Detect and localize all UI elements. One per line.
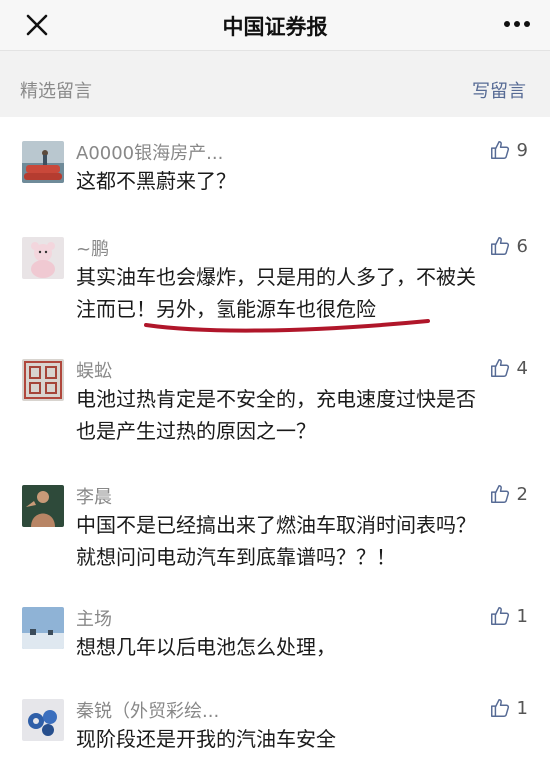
comment-text-line: 其实油车也会爆炸，只是用的人多了，不被关 bbox=[76, 265, 476, 289]
page-title: 中国证券报 bbox=[222, 15, 328, 39]
thumbs-up-icon bbox=[490, 237, 509, 255]
like-button[interactable]: 6 bbox=[489, 233, 528, 259]
like-count: 9 bbox=[516, 139, 528, 161]
thumbs-up-icon bbox=[490, 607, 509, 625]
highlighted-text: 另外，氢能源车也很危险 bbox=[144, 293, 430, 333]
comment-nickname: 蜈蚣 bbox=[76, 361, 112, 382]
red-underline-mark bbox=[144, 319, 430, 333]
comment-list: A0000银海房产... 9 这都不黑蔚来了？ ~鹏 6 其实油车也会爆炸，只是… bbox=[0, 117, 550, 779]
avatar[interactable] bbox=[22, 141, 64, 183]
more-icon[interactable] bbox=[502, 12, 532, 36]
comment-nickname: ~鹏 bbox=[76, 239, 110, 260]
like-count: 1 bbox=[516, 605, 528, 627]
like-button[interactable]: 1 bbox=[489, 603, 528, 629]
comment-nickname: 李晨 bbox=[76, 487, 112, 508]
comment-text-line: 中国不是已经搞出来了燃油车取消时间表吗？ bbox=[76, 513, 476, 537]
thumbs-up-icon bbox=[490, 699, 509, 717]
comment-text-line: 就想问问电动汽车到底靠谱吗？？！ bbox=[76, 545, 396, 569]
like-button[interactable]: 9 bbox=[489, 137, 528, 163]
section-label: 精选留言 bbox=[20, 81, 92, 102]
like-button[interactable]: 4 bbox=[489, 355, 528, 381]
section-header: 精选留言 写留言 bbox=[0, 51, 550, 117]
thumbs-up-icon bbox=[490, 485, 509, 503]
comment-text: 现阶段还是开我的汽油车安全 bbox=[76, 727, 336, 751]
comment-text: 电池过热肯定是不安全的，充电速度过快是否 也是产生过热的原因之一？ bbox=[76, 383, 528, 447]
like-count: 6 bbox=[516, 235, 528, 257]
comment-nickname: 主场 bbox=[76, 609, 112, 630]
comment-nickname: 秦锐（外贸彩绘... bbox=[76, 701, 220, 722]
like-button[interactable]: 1 bbox=[489, 695, 528, 721]
avatar[interactable] bbox=[22, 237, 64, 279]
like-count: 2 bbox=[516, 483, 528, 505]
like-count: 1 bbox=[516, 697, 528, 719]
comment-text-line: 注而已！另外，氢能源车也很危险 bbox=[76, 293, 528, 333]
avatar[interactable] bbox=[22, 485, 64, 527]
thumbs-up-icon bbox=[490, 141, 509, 159]
comment-nickname: A0000银海房产... bbox=[76, 143, 224, 164]
avatar[interactable] bbox=[22, 607, 64, 649]
write-comment-link[interactable]: 写留言 bbox=[472, 77, 526, 103]
comment-text: 想想几年以后电池怎么处理， bbox=[76, 635, 336, 659]
avatar[interactable] bbox=[22, 359, 64, 401]
comment-text: 这都不黑蔚来了？ bbox=[76, 169, 236, 193]
comment-text-line: 电池过热肯定是不安全的，充电速度过快是否 bbox=[76, 387, 476, 411]
like-button[interactable]: 2 bbox=[489, 481, 528, 507]
thumbs-up-icon bbox=[490, 359, 509, 377]
comment-text: 其实油车也会爆炸，只是用的人多了，不被关 注而已！另外，氢能源车也很危险 bbox=[76, 261, 528, 333]
comment-text-line: 也是产生过热的原因之一？ bbox=[76, 419, 316, 443]
avatar[interactable] bbox=[22, 699, 64, 741]
top-bar: 中国证券报 bbox=[0, 0, 550, 51]
comment-text: 中国不是已经搞出来了燃油车取消时间表吗？ 就想问问电动汽车到底靠谱吗？？！ bbox=[76, 509, 528, 573]
like-count: 4 bbox=[516, 357, 528, 379]
